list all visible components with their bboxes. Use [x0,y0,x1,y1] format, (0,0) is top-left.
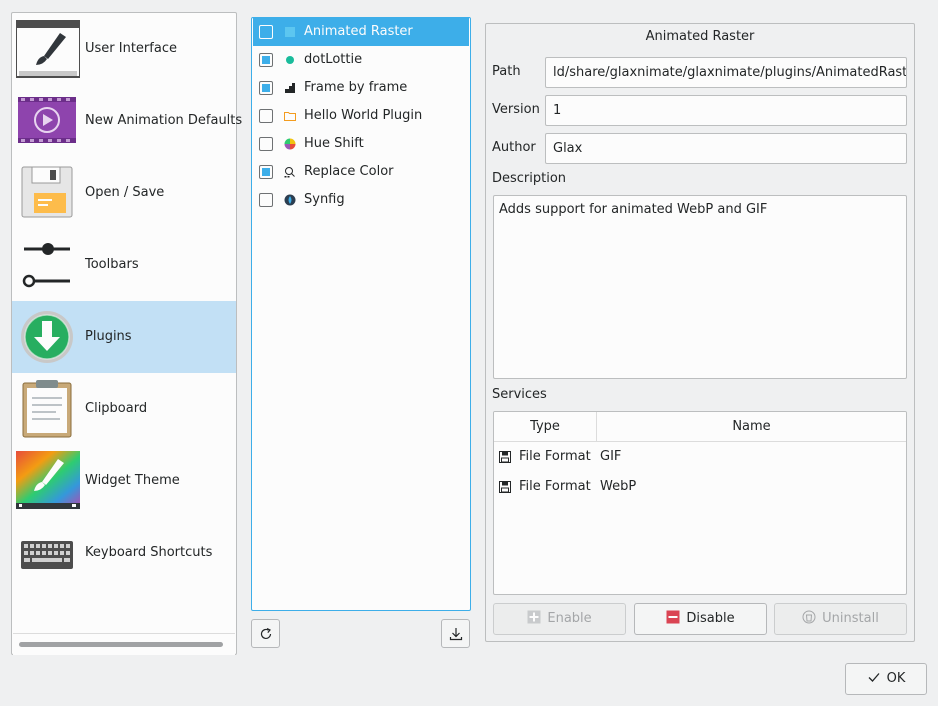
sidebar-item-user-interface[interactable]: User Interface [12,13,236,85]
synfig-icon [284,194,296,206]
plugin-list[interactable]: Animated Raster dotLottie Frame by frame… [251,17,471,611]
sidebar-item-clipboard[interactable]: Clipboard [12,373,236,445]
column-header-name[interactable]: Name [597,412,906,442]
sidebar-scrollbar[interactable] [13,633,235,655]
sidebar-item-label: Toolbars [85,257,139,272]
paintbrush-window-icon [16,20,80,78]
plugin-checkbox[interactable] [259,81,273,95]
reload-plugins-button[interactable] [251,619,280,648]
clipboard-icon [22,380,72,438]
table-row[interactable]: File Format WebP [494,472,906,502]
plugin-checkbox[interactable] [259,53,273,67]
service-name: WebP [600,479,637,494]
sidebar-item-label: Widget Theme [85,473,180,488]
sidebar-item-label: Clipboard [85,401,148,416]
plugin-checkbox[interactable] [259,165,273,179]
author-label: Author [492,140,536,155]
author-field[interactable]: Glax [545,133,907,164]
ok-label: OK [886,671,906,686]
plugin-item-animated-raster[interactable]: Animated Raster [253,18,469,46]
sidebar-item-label: Open / Save [85,185,165,200]
plugin-checkbox[interactable] [259,25,273,39]
stairs-icon [285,83,295,93]
uninstall-label: Uninstall [822,611,879,626]
plus-icon [527,610,541,624]
plugin-label: Synfig [304,192,345,207]
plugin-checkbox[interactable] [259,109,273,123]
disable-button[interactable]: Disable [634,603,767,635]
plugin-details-panel: Animated Raster Path ld/share/glaxnimate… [485,23,915,642]
plugin-item-frame-by-frame[interactable]: Frame by frame [253,74,469,102]
video-play-icon [18,97,76,143]
color-picker-icon [284,167,295,178]
install-plugin-button[interactable] [441,619,470,648]
scrollbar-thumb[interactable] [19,642,223,647]
sidebar-item-widget-theme[interactable]: Widget Theme [12,445,236,517]
path-label: Path [492,64,521,79]
plugin-label: Animated Raster [304,24,413,39]
animated-raster-icon [285,27,295,37]
version-label: Version [492,102,540,117]
floppy-disk-icon [21,166,73,218]
uninstall-button[interactable]: Uninstall [774,603,907,635]
disable-label: Disable [686,611,735,626]
plugin-label: dotLottie [304,52,363,67]
description-label: Description [492,171,567,186]
services-table[interactable]: Type Name File Format GIF File Format We… [493,411,907,595]
save-file-icon [499,481,511,493]
plugin-item-replace-color[interactable]: Replace Color [253,158,469,186]
plugin-label: Frame by frame [304,80,408,95]
minus-icon [666,610,680,624]
plugin-title: Animated Raster [645,29,755,44]
download-icon [449,628,463,641]
table-row[interactable]: File Format GIF [494,442,906,472]
sidebar-item-toolbars[interactable]: Toolbars [12,229,236,301]
sidebar-item-keyboard-shortcuts[interactable]: Keyboard Shortcuts [12,517,236,589]
keyboard-icon [21,541,73,569]
service-type: File Format [519,479,591,494]
rainbow-brush-icon [16,451,80,509]
plugin-item-dotlottie[interactable]: dotLottie [253,46,469,74]
plugin-label: Hello World Plugin [304,108,423,123]
sidebar-item-label: Keyboard Shortcuts [85,545,213,560]
refresh-icon [260,627,272,640]
service-type: File Format [519,449,591,464]
enable-label: Enable [547,611,592,626]
sidebar-item-new-animation-defaults[interactable]: New Animation Defaults [12,85,242,157]
dotlottie-icon [286,56,294,64]
checkmark-icon [868,673,880,682]
plugin-checkbox[interactable] [259,193,273,207]
plugin-item-hello-world-plugin[interactable]: Hello World Plugin [253,102,469,130]
plugin-label: Replace Color [304,164,394,179]
plugin-checkbox[interactable] [259,137,273,151]
description-field[interactable]: Adds support for animated WebP and GIF [493,195,907,379]
settings-sidebar: User Interface New Animation Defaults Op… [11,12,242,655]
plugin-item-synfig[interactable]: Synfig [253,186,469,214]
plugin-label: Hue Shift [304,136,364,151]
ok-button[interactable]: OK [845,663,927,695]
services-label: Services [492,387,547,402]
version-field[interactable]: 1 [545,95,907,126]
folder-icon [284,112,296,121]
service-name: GIF [600,449,622,464]
color-wheel-icon [284,138,296,150]
enable-button[interactable]: Enable [493,603,626,635]
column-header-type[interactable]: Type [494,412,597,442]
sidebar-item-open-save[interactable]: Open / Save [12,157,236,229]
plugin-item-hue-shift[interactable]: Hue Shift [253,130,469,158]
download-arrow-icon [21,311,73,363]
sidebar-item-plugins[interactable]: Plugins [12,301,236,373]
save-file-icon [499,451,511,463]
sidebar-item-label: User Interface [85,41,177,56]
table-header: Type Name [494,412,906,442]
uninstall-icon [802,610,816,624]
sidebar-item-label: Plugins [85,329,132,344]
path-field[interactable]: ld/share/glaxnimate/glaxnimate/plugins/A… [545,57,907,88]
sidebar-item-label: New Animation Defaults [85,113,243,128]
sliders-icon [22,243,70,288]
